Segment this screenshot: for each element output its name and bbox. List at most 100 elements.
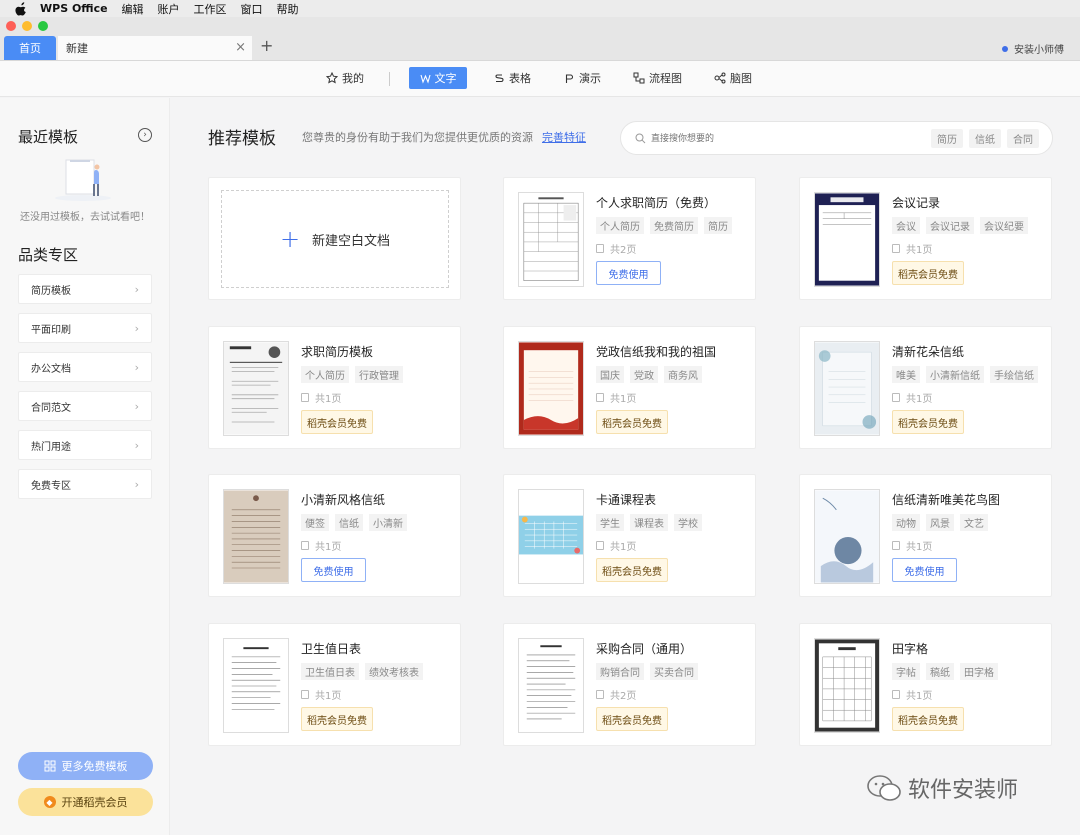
card-tag[interactable]: 便签 <box>301 514 329 531</box>
vip-free-button[interactable]: 稻壳会员免费 <box>596 707 668 731</box>
card-title[interactable]: 清新花朵信纸 <box>892 343 964 360</box>
template-card[interactable]: 田字格 字帖 稿纸 田字格 共1页 稻壳会员免费 <box>799 623 1052 746</box>
card-tag[interactable]: 唯美 <box>892 366 920 383</box>
card-tag[interactable]: 手绘信纸 <box>990 366 1038 383</box>
sidebar-item-print[interactable]: 平面印刷 › <box>18 313 152 343</box>
card-tag[interactable]: 卫生值日表 <box>301 663 359 680</box>
template-card[interactable]: 求职简历模板 个人简历 行政管理 共1页 稻壳会员免费 <box>208 326 461 449</box>
card-tag[interactable]: 行政管理 <box>355 366 403 383</box>
card-title[interactable]: 田字格 <box>892 640 928 657</box>
tab-spreadsheet[interactable]: 表格 <box>488 67 537 89</box>
tab-new[interactable]: 新建 × <box>58 36 252 60</box>
card-tag[interactable]: 买卖合同 <box>650 663 698 680</box>
card-tag[interactable]: 字帖 <box>892 663 920 680</box>
use-free-button[interactable]: 免费使用 <box>892 558 957 582</box>
user-account[interactable]: 安装小师傅 <box>1002 41 1064 56</box>
search-tag-contract[interactable]: 合同 <box>1007 129 1039 148</box>
close-window-button[interactable] <box>6 21 16 31</box>
card-tag[interactable]: 个人简历 <box>596 217 644 234</box>
template-card[interactable]: 卫生值日表 卫生值日表 绩效考核表 共1页 稻壳会员免费 <box>208 623 461 746</box>
tab-mindmap[interactable]: 脑图 <box>708 67 758 89</box>
sidebar-item-office[interactable]: 办公文档 › <box>18 352 152 382</box>
tab-flowchart[interactable]: 流程图 <box>627 67 688 89</box>
card-tag[interactable]: 会议 <box>892 217 920 234</box>
arrow-right-circle-icon[interactable]: › <box>138 128 152 142</box>
card-title[interactable]: 党政信纸我和我的祖国 <box>596 343 716 360</box>
card-tag[interactable]: 党政 <box>630 366 658 383</box>
complete-profile-link[interactable]: 完善特征 <box>542 129 586 145</box>
tab-presentation[interactable]: 演示 <box>558 67 607 89</box>
card-title[interactable]: 个人求职简历（免费） <box>596 194 716 211</box>
sidebar-item-contract[interactable]: 合同范文 › <box>18 391 152 421</box>
new-blank-doc-card[interactable]: + 新建空白文档 <box>208 177 461 300</box>
tab-my[interactable]: 我的 <box>320 67 370 89</box>
card-tag[interactable]: 国庆 <box>596 366 624 383</box>
card-tag[interactable]: 绩效考核表 <box>365 663 423 680</box>
template-card[interactable]: 清新花朵信纸 唯美 小清新信纸 手绘信纸 共1页 稻壳会员免费 <box>799 326 1052 449</box>
card-tag[interactable]: 免费简历 <box>650 217 698 234</box>
card-tag[interactable]: 商务风 <box>664 366 702 383</box>
vip-free-button[interactable]: 稻壳会员免费 <box>301 707 373 731</box>
card-tag[interactable]: 课程表 <box>630 514 668 531</box>
vip-free-button[interactable]: 稻壳会员免费 <box>892 707 964 731</box>
card-title[interactable]: 卫生值日表 <box>301 640 361 657</box>
vip-free-button[interactable]: 稻壳会员免费 <box>301 410 373 434</box>
sidebar-item-popular[interactable]: 热门用途 › <box>18 430 152 460</box>
menu-account[interactable]: 账户 <box>158 1 180 17</box>
search-tag-resume[interactable]: 简历 <box>931 129 963 148</box>
template-card[interactable]: 卡通课程表 学生 课程表 学校 共1页 稻壳会员免费 <box>503 474 756 597</box>
template-card[interactable]: 信纸清新唯美花鸟图 动物 风景 文艺 共1页 免费使用 <box>799 474 1052 597</box>
vip-free-button[interactable]: 稻壳会员免费 <box>892 261 964 285</box>
template-card[interactable]: 个人求职简历（免费） 个人简历 免费简历 简历 共2页 免费使用 <box>503 177 756 300</box>
zoom-window-button[interactable] <box>38 21 48 31</box>
cartoon-timetable-thumbnail[interactable] <box>518 489 584 584</box>
card-title[interactable]: 采购合同（通用） <box>596 640 692 657</box>
meeting-record-thumbnail[interactable] <box>814 192 880 287</box>
more-free-templates-button[interactable]: 更多免费模板 <box>18 752 153 780</box>
menu-app-name[interactable]: WPS Office <box>40 2 108 15</box>
card-tag[interactable]: 学校 <box>674 514 702 531</box>
menu-window[interactable]: 窗口 <box>241 1 263 17</box>
new-blank-doc-area[interactable]: + 新建空白文档 <box>221 190 449 288</box>
apple-icon[interactable] <box>14 1 28 16</box>
card-tag[interactable]: 购销合同 <box>596 663 644 680</box>
flower-letter-thumbnail[interactable] <box>814 341 880 436</box>
sidebar-item-resume[interactable]: 简历模板 › <box>18 274 152 304</box>
search-input[interactable] <box>651 130 851 148</box>
search-tag-letter[interactable]: 信纸 <box>969 129 1001 148</box>
open-vip-button[interactable]: ◆ 开通稻壳会员 <box>18 788 153 816</box>
card-tag[interactable]: 田字格 <box>960 663 998 680</box>
template-card[interactable]: 会议记录 会议 会议记录 会议纪要 共1页 稻壳会员免费 <box>799 177 1052 300</box>
card-tag[interactable]: 风景 <box>926 514 954 531</box>
card-tag[interactable]: 会议纪要 <box>980 217 1028 234</box>
use-free-button[interactable]: 免费使用 <box>301 558 366 582</box>
card-tag[interactable]: 个人简历 <box>301 366 349 383</box>
template-card[interactable]: 党政信纸我和我的祖国 国庆 党政 商务风 共1页 稻壳会员免费 <box>503 326 756 449</box>
close-icon[interactable]: × <box>235 40 246 55</box>
card-tag[interactable]: 稿纸 <box>926 663 954 680</box>
duty-roster-thumbnail[interactable] <box>223 638 289 733</box>
template-card[interactable]: 采购合同（通用） 购销合同 买卖合同 共2页 稻壳会员免费 <box>503 623 756 746</box>
card-tag[interactable]: 小清新信纸 <box>926 366 984 383</box>
flower-bird-letter-thumbnail[interactable] <box>814 489 880 584</box>
vip-free-button[interactable]: 稻壳会员免费 <box>892 410 964 434</box>
party-letter-thumbnail[interactable] <box>518 341 584 436</box>
card-title[interactable]: 求职简历模板 <box>301 343 373 360</box>
card-tag[interactable]: 简历 <box>704 217 732 234</box>
vip-free-button[interactable]: 稻壳会员免费 <box>596 558 668 582</box>
menu-help[interactable]: 帮助 <box>277 1 299 17</box>
purchase-contract-thumbnail[interactable] <box>518 638 584 733</box>
menu-edit[interactable]: 编辑 <box>122 1 144 17</box>
tab-writer[interactable]: 文字 <box>409 67 467 89</box>
template-card[interactable]: 小清新风格信纸 便签 信纸 小清新 共1页 免费使用 <box>208 474 461 597</box>
card-tag[interactable]: 文艺 <box>960 514 988 531</box>
sidebar-item-free[interactable]: 免费专区 › <box>18 469 152 499</box>
card-title[interactable]: 会议记录 <box>892 194 940 211</box>
fresh-letter-thumbnail[interactable] <box>223 489 289 584</box>
vip-free-button[interactable]: 稻壳会员免费 <box>596 410 668 434</box>
tianzige-thumbnail[interactable] <box>814 638 880 733</box>
card-tag[interactable]: 学生 <box>596 514 624 531</box>
tab-home[interactable]: 首页 <box>4 36 56 60</box>
card-tag[interactable]: 动物 <box>892 514 920 531</box>
card-tag[interactable]: 会议记录 <box>926 217 974 234</box>
